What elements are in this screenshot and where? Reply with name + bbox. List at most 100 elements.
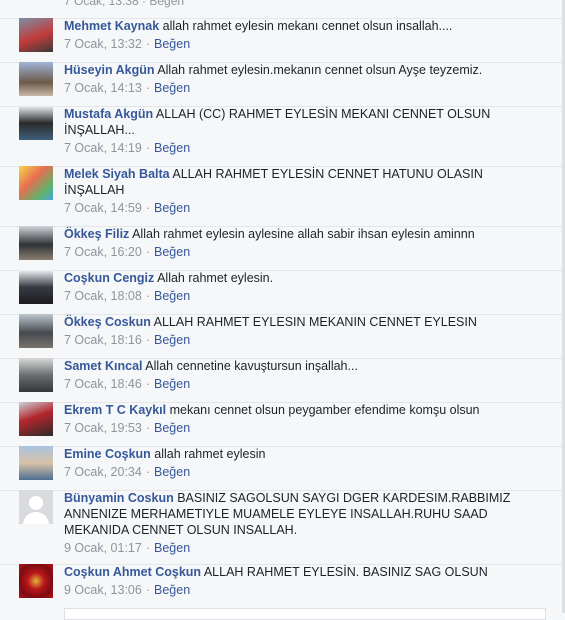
comment-text: ALLAH RAHMET EYLESİN. BASINIZ SAG OLSUN — [201, 565, 488, 579]
comment-text: Allah rahmet eylesin. — [154, 271, 274, 285]
separator-dot: · — [145, 465, 150, 479]
avatar[interactable] — [19, 62, 53, 96]
reply-input-box[interactable] — [64, 608, 546, 620]
comment-timestamp[interactable]: 7 Ocak, 14:19 — [64, 141, 142, 155]
comment-author-link[interactable]: Mustafa Akgün — [64, 107, 153, 121]
comment-timestamp[interactable]: 7 Ocak, 18:16 — [64, 333, 142, 347]
comment-item: Bünyamin Coskun BASINIZ SAGOLSUN SAYGI D… — [0, 490, 565, 555]
comment-text: Allah rahmet eylesin.mekanın cennet olsu… — [154, 63, 483, 77]
comment-author-link[interactable]: Hüseyin Akgün — [64, 63, 155, 77]
avatar[interactable] — [19, 564, 53, 598]
like-button[interactable]: Beğen — [154, 81, 190, 95]
avatar[interactable] — [19, 446, 53, 480]
previous-comment-meta: 7 Ocak, 13:38 · Beğen — [64, 0, 185, 8]
separator-dot: · — [145, 81, 150, 95]
comment-content: Hüseyin Akgün Allah rahmet eylesin.mekan… — [64, 62, 527, 78]
comment-text: ALLAH RAHMET EYLESIN MEKANIN CENNET EYLE… — [150, 315, 477, 329]
avatar[interactable] — [19, 402, 53, 436]
separator-dot: · — [145, 541, 150, 555]
comment-body: Hüseyin Akgün Allah rahmet eylesin.mekan… — [64, 62, 527, 96]
comment-text: Allah cennetine kavuştursun inşallah... — [142, 359, 358, 373]
like-button[interactable]: Beğen — [154, 541, 190, 555]
comment-timestamp[interactable]: 7 Ocak, 19:53 — [64, 421, 142, 435]
comment-timestamp[interactable]: 7 Ocak, 18:46 — [64, 377, 142, 391]
comment-content: Emine Coşkun allah rahmet eylesin — [64, 446, 527, 462]
separator-dot: · — [145, 245, 150, 259]
comment-content: Ökkeş Coskun ALLAH RAHMET EYLESIN MEKANI… — [64, 314, 527, 330]
comment-timestamp[interactable]: 7 Ocak, 14:13 — [64, 81, 142, 95]
comment-body: Mustafa Akgün ALLAH (CC) RAHMET EYLESİN … — [64, 106, 527, 156]
comment-author-link[interactable]: Melek Siyah Balta — [64, 167, 170, 181]
comment-body: Emine Coşkun allah rahmet eylesin 7 Ocak,… — [64, 446, 527, 480]
like-button[interactable]: Beğen — [154, 583, 190, 597]
comment-author-link[interactable]: Samet Kıncal — [64, 359, 143, 373]
comment-author-link[interactable]: Bünyamin Coskun — [64, 491, 174, 505]
avatar[interactable] — [19, 314, 53, 348]
comment-meta: 7 Ocak, 14:19 · Beğen — [64, 140, 527, 156]
avatar[interactable] — [19, 106, 53, 140]
comment-body: Bünyamin Coskun BASINIZ SAGOLSUN SAYGI D… — [64, 490, 527, 556]
like-button[interactable]: Beğen — [154, 37, 190, 51]
comment-timestamp[interactable]: 7 Ocak, 14:59 — [64, 201, 142, 215]
comment-author-link[interactable]: Ökkeş Coskun — [64, 315, 151, 329]
comment-content: Mustafa Akgün ALLAH (CC) RAHMET EYLESİN … — [64, 106, 527, 138]
comment-author-link[interactable]: Coşkun Ahmet Coşkun — [64, 565, 201, 579]
comment-timestamp[interactable]: 9 Ocak, 13:06 — [64, 583, 142, 597]
comment-meta: 7 Ocak, 16:20 · Beğen — [64, 244, 527, 260]
comment-item: Ekrem T C Kaykıl mekanı cennet olsun pey… — [0, 402, 565, 436]
comment-author-link[interactable]: Ökkeş Filiz — [64, 227, 129, 241]
comment-text: Allah rahmet eylesin aylesine allah sabi… — [129, 227, 475, 241]
comment-author-link[interactable]: Ekrem T C Kaykıl — [64, 403, 166, 417]
comment-content: Coşkun Cengiz Allah rahmet eylesin. — [64, 270, 527, 286]
avatar[interactable] — [19, 490, 53, 524]
comment-timestamp[interactable]: 7 Ocak, 16:20 — [64, 245, 142, 259]
comment-content: Mehmet Kaynak allah rahmet eylesin mekan… — [64, 18, 527, 34]
like-button[interactable]: Beğen — [154, 421, 190, 435]
avatar[interactable] — [19, 270, 53, 304]
separator-dot: · — [145, 583, 150, 597]
avatar[interactable] — [19, 166, 53, 200]
comment-content: Ökkeş Filiz Allah rahmet eylesin aylesin… — [64, 226, 527, 242]
comment-text: mekanı cennet olsun peygamber efendime k… — [166, 403, 480, 417]
comment-meta: 9 Ocak, 13:06 · Beğen — [64, 582, 527, 598]
like-button[interactable]: Beğen — [154, 141, 190, 155]
comment-item: Melek Siyah Balta ALLAH RAHMET EYLESİN C… — [0, 166, 565, 215]
comment-body: Ökkeş Coskun ALLAH RAHMET EYLESIN MEKANI… — [64, 314, 527, 348]
comment-timestamp[interactable]: 7 Ocak, 20:34 — [64, 465, 142, 479]
avatar[interactable] — [19, 226, 53, 260]
comment-meta: 7 Ocak, 14:59 · Beğen — [64, 200, 527, 216]
like-button[interactable]: Beğen — [154, 201, 190, 215]
comment-item: Coşkun Ahmet Coşkun ALLAH RAHMET EYLESİN… — [0, 564, 565, 598]
comment-content: Samet Kıncal Allah cennetine kavuştursun… — [64, 358, 527, 374]
comment-timestamp[interactable]: 7 Ocak, 18:08 — [64, 289, 142, 303]
separator-dot: · — [145, 377, 150, 391]
comment-author-link[interactable]: Coşkun Cengiz — [64, 271, 154, 285]
comment-timestamp[interactable]: 7 Ocak, 13:32 — [64, 37, 142, 51]
comment-content: Melek Siyah Balta ALLAH RAHMET EYLESİN C… — [64, 166, 527, 198]
comment-body: Samet Kıncal Allah cennetine kavuştursun… — [64, 358, 527, 392]
comment-author-link[interactable]: Emine Coşkun — [64, 447, 151, 461]
separator-dot: · — [145, 289, 150, 303]
comment-body: Mehmet Kaynak allah rahmet eylesin mekan… — [64, 18, 527, 52]
separator-dot: · — [145, 201, 150, 215]
comment-timestamp[interactable]: 9 Ocak, 01:17 — [64, 541, 142, 555]
comment-text: allah rahmet eylesin — [150, 447, 266, 461]
like-button[interactable]: Beğen — [154, 333, 190, 347]
like-button[interactable]: Beğen — [154, 465, 190, 479]
separator-dot: · — [145, 141, 150, 155]
comment-body: Coşkun Cengiz Allah rahmet eylesin. 7 Oca… — [64, 270, 527, 304]
avatar[interactable] — [19, 358, 53, 392]
like-button[interactable]: Beğen — [154, 289, 190, 303]
like-button[interactable]: Beğen — [154, 377, 190, 391]
avatar[interactable] — [19, 18, 53, 52]
comment-body: Ökkeş Filiz Allah rahmet eylesin aylesin… — [64, 226, 527, 260]
like-button[interactable]: Beğen — [154, 245, 190, 259]
comment-body: Melek Siyah Balta ALLAH RAHMET EYLESİN C… — [64, 166, 527, 216]
comment-item: Ökkeş Filiz Allah rahmet eylesin aylesin… — [0, 226, 565, 260]
comment-body: Coşkun Ahmet Coşkun ALLAH RAHMET EYLESİN… — [64, 564, 527, 598]
comment-item: Emine Coşkun allah rahmet eylesin 7 Ocak,… — [0, 446, 565, 480]
comment-content: Coşkun Ahmet Coşkun ALLAH RAHMET EYLESİN… — [64, 564, 527, 580]
comment-author-link[interactable]: Mehmet Kaynak — [64, 19, 159, 33]
comment-meta: 7 Ocak, 19:53 · Beğen — [64, 420, 527, 436]
separator-dot: · — [145, 421, 150, 435]
